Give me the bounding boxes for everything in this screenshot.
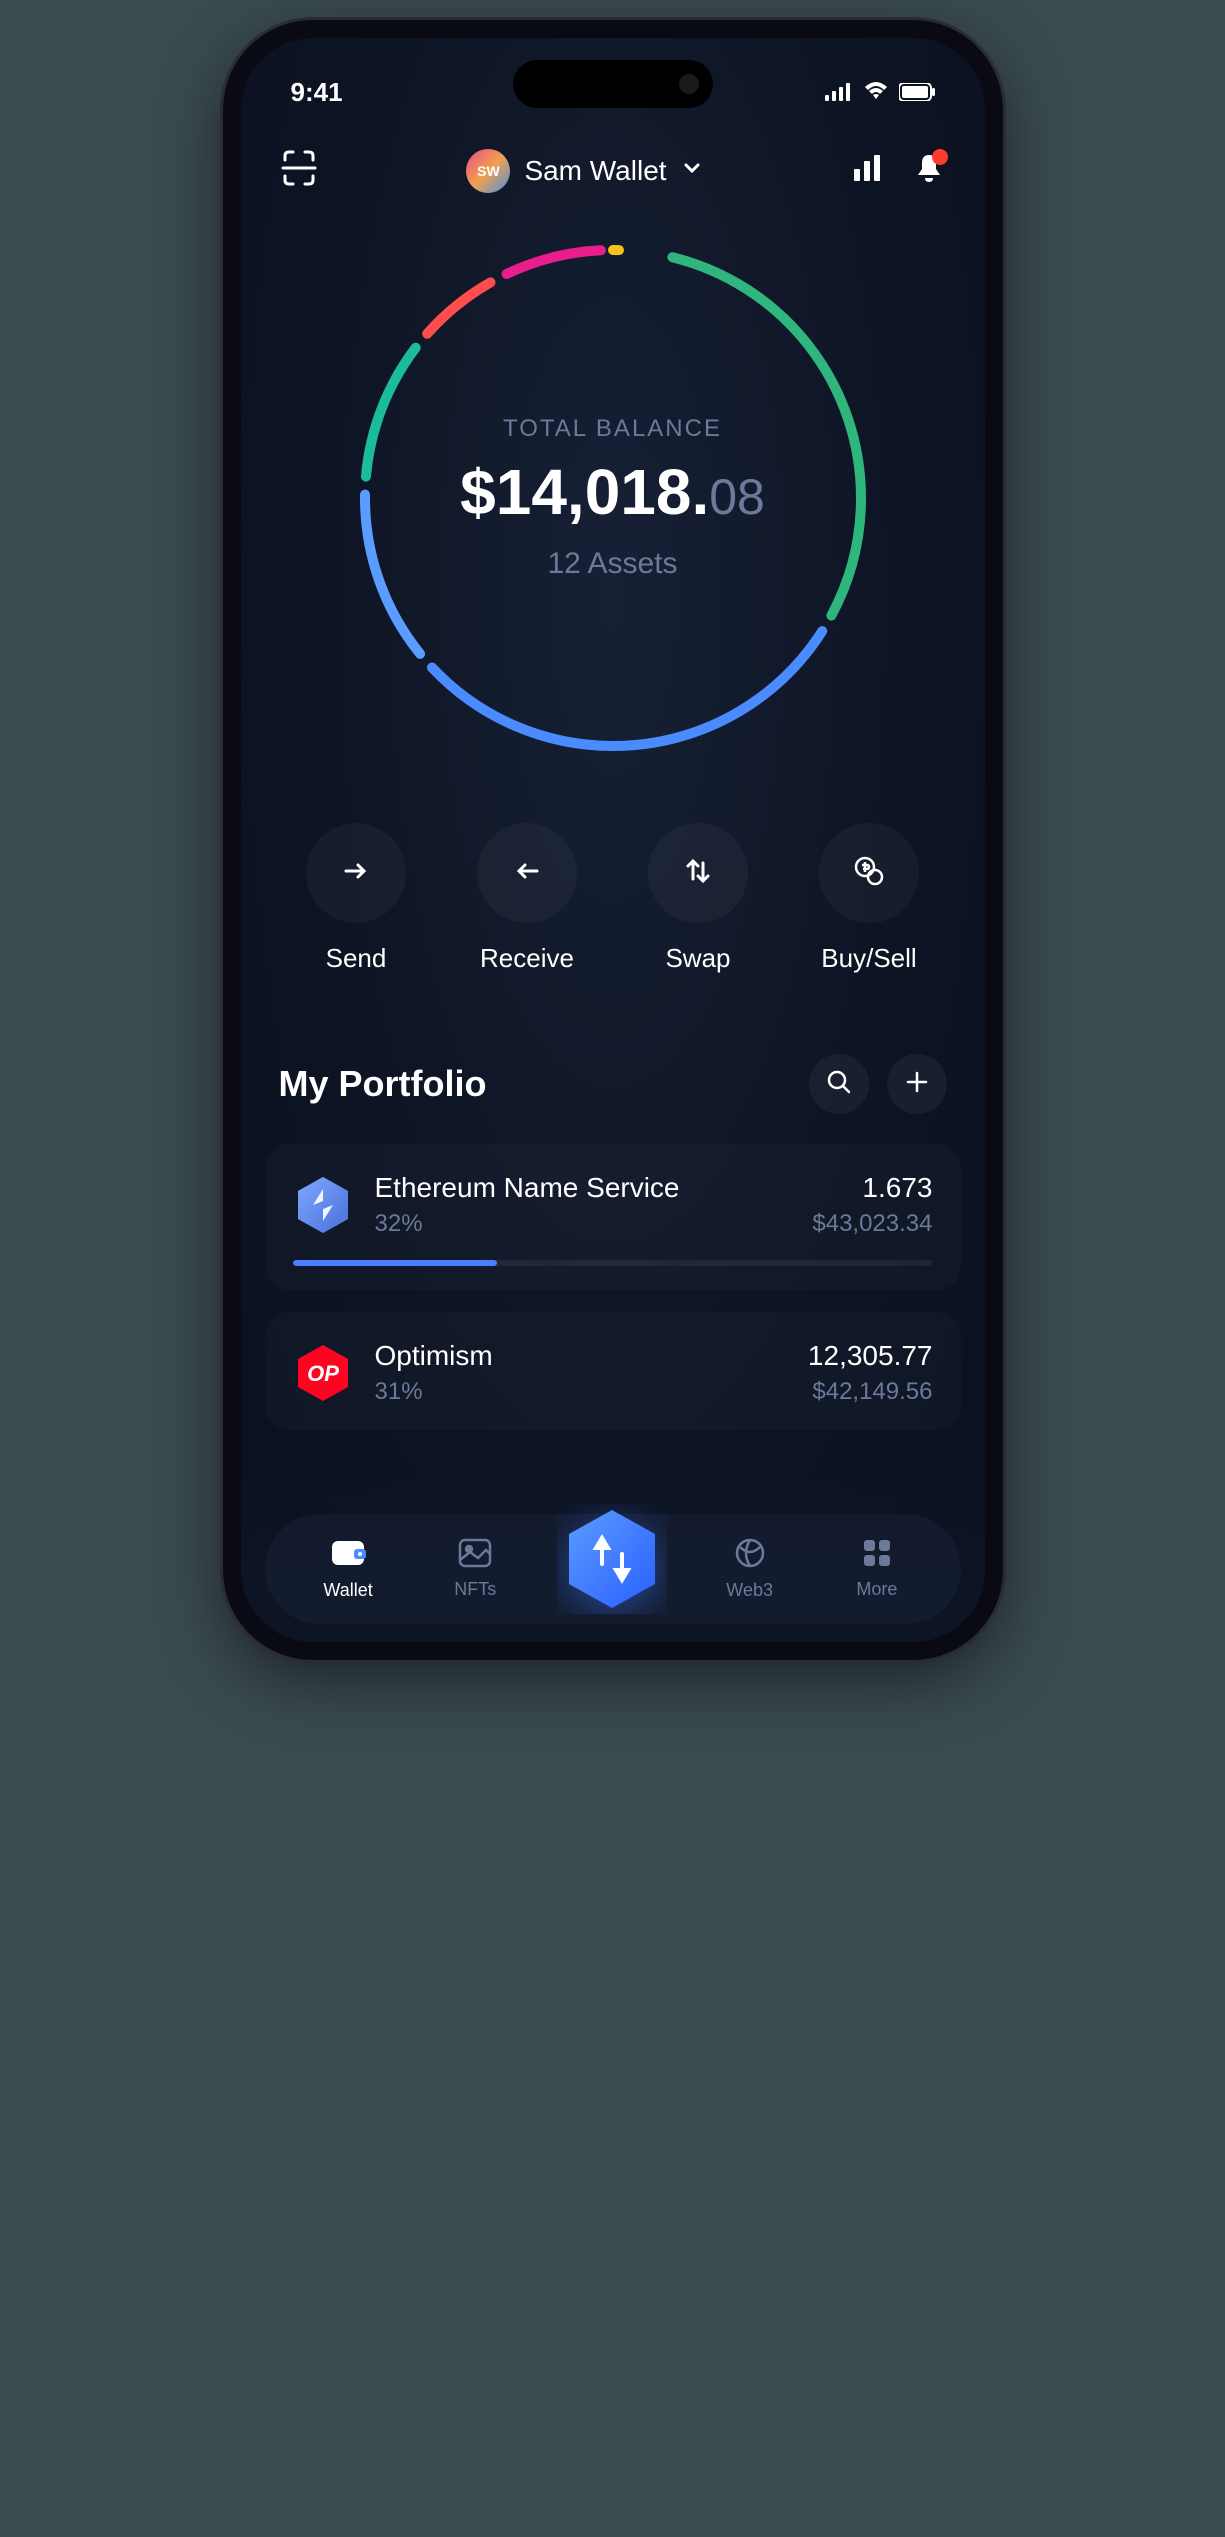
balance-label: TOTAL BALANCE [460, 415, 765, 443]
asset-usd: $42,149.56 [808, 1378, 933, 1406]
coins-icon [852, 854, 886, 893]
svg-text:OP: OP [307, 1361, 339, 1386]
send-button[interactable]: Send [306, 823, 406, 974]
tab-nfts[interactable]: NFTs [430, 1538, 520, 1600]
balance-display: TOTAL BALANCE $14,018.08 12 Assets [460, 415, 765, 581]
plus-icon [904, 1069, 930, 1100]
asset-name: Optimism [375, 1340, 786, 1372]
optimism-icon: OP [293, 1343, 353, 1403]
ens-icon [293, 1175, 353, 1235]
asset-card-ens[interactable]: Ethereum Name Service 32% 1.673 $43,023.… [265, 1144, 961, 1290]
send-label: Send [326, 943, 387, 974]
search-icon [825, 1068, 853, 1101]
tab-label: More [856, 1579, 897, 1600]
asset-progress [293, 1260, 933, 1266]
tab-more[interactable]: More [832, 1538, 922, 1600]
grid-icon [862, 1538, 892, 1573]
notch [513, 60, 713, 108]
tab-label: NFTs [454, 1579, 496, 1600]
receive-button[interactable]: Receive [477, 823, 577, 974]
status-time: 9:41 [291, 77, 343, 108]
phone-frame: 9:41 SW Sam Walle [223, 20, 1003, 1660]
add-button[interactable] [887, 1054, 947, 1114]
balance-chart[interactable]: TOTAL BALANCE $14,018.08 12 Assets [241, 233, 985, 763]
action-row: Send Receive Swap Buy/Sell [241, 763, 985, 1004]
app-header: SW Sam Wallet [241, 118, 985, 213]
image-icon [458, 1538, 492, 1573]
swap-label: Swap [665, 943, 730, 974]
stats-button[interactable] [850, 151, 884, 190]
notifications-button[interactable] [912, 151, 946, 190]
balance-amount: $14,018.08 [460, 455, 765, 529]
tab-bar: Wallet NFTs Web3 More [265, 1514, 961, 1624]
globe-icon [734, 1537, 766, 1574]
buysell-label: Buy/Sell [821, 943, 916, 974]
tab-web3[interactable]: Web3 [705, 1537, 795, 1601]
asset-usd: $43,023.34 [812, 1210, 932, 1238]
wallet-name: Sam Wallet [524, 155, 666, 187]
asset-card-op[interactable]: OP Optimism 31% 12,305.77 $42,149.56 [265, 1312, 961, 1430]
swap-button[interactable]: Swap [648, 823, 748, 974]
portfolio-header: My Portfolio [241, 1004, 985, 1144]
receive-label: Receive [480, 943, 574, 974]
asset-amount: 12,305.77 [808, 1340, 933, 1372]
phone-screen: 9:41 SW Sam Walle [241, 38, 985, 1642]
scan-button[interactable] [279, 148, 319, 193]
tab-label: Wallet [323, 1580, 372, 1601]
arrow-right-icon [340, 855, 372, 892]
tab-label: Web3 [726, 1580, 773, 1601]
tab-center-action[interactable] [557, 1504, 667, 1614]
wifi-icon [863, 77, 889, 108]
assets-count: 12 Assets [460, 547, 765, 581]
wallet-icon [330, 1537, 366, 1574]
signal-icon [825, 77, 853, 108]
swap-icon [682, 855, 714, 892]
search-button[interactable] [809, 1054, 869, 1114]
asset-pct: 32% [375, 1210, 791, 1238]
asset-name: Ethereum Name Service [375, 1172, 791, 1204]
buysell-button[interactable]: Buy/Sell [819, 823, 919, 974]
battery-icon [899, 77, 935, 108]
asset-pct: 31% [375, 1378, 786, 1406]
arrow-left-icon [511, 855, 543, 892]
portfolio-title: My Portfolio [279, 1063, 487, 1105]
asset-amount: 1.673 [812, 1172, 932, 1204]
status-indicators [825, 77, 935, 108]
tab-wallet[interactable]: Wallet [303, 1537, 393, 1601]
wallet-selector[interactable]: SW Sam Wallet [466, 149, 702, 193]
wallet-avatar: SW [466, 149, 510, 193]
chevron-down-icon [681, 157, 703, 184]
